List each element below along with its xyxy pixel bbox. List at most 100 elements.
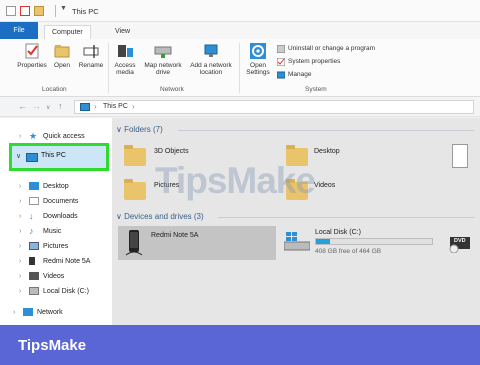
nav-item-documents[interactable]: › Documents (0, 194, 112, 209)
checkmark-quick-icon[interactable] (20, 6, 30, 16)
chevron-right-icon[interactable]: › (19, 254, 21, 269)
disk-usage-fill (316, 239, 330, 244)
uninstall-program-button[interactable]: Uninstall or change a program (277, 44, 375, 54)
add-network-location-button[interactable]: Add a network location (186, 42, 236, 76)
access-media-label: Access media (114, 62, 136, 76)
location-group-label: Location (42, 86, 67, 93)
open-settings-button[interactable]: Open Settings (242, 42, 274, 76)
chevron-right-icon[interactable]: › (19, 224, 21, 239)
chevron-right-icon[interactable]: › (13, 305, 15, 320)
rename-label: Rename (78, 62, 104, 69)
chevron-right-icon[interactable]: › (19, 179, 21, 194)
nav-item-redmi-note-5a[interactable]: › Redmi Note 5A (0, 254, 112, 269)
nav-label: Local Disk (C:) (43, 288, 89, 295)
recent-locations-chevron-icon[interactable]: ∨ (46, 103, 50, 114)
nav-item-downloads[interactable]: › ↓ Downloads (0, 209, 112, 224)
title-bar: ▼ This PC (0, 0, 480, 22)
document-icon (452, 144, 468, 168)
rename-button[interactable]: Rename (76, 42, 106, 69)
ribbon: Properties Open Rename Location Access m… (0, 39, 480, 97)
manage-button[interactable]: Manage (277, 70, 312, 80)
nav-item-music[interactable]: › ♪ Music (0, 224, 112, 239)
video-icon (29, 272, 39, 280)
network-icon (23, 308, 33, 316)
folder-icon (124, 179, 146, 200)
media-icon (116, 42, 134, 60)
chevron-right-icon[interactable]: › (19, 209, 21, 224)
properties-label: Properties (17, 62, 47, 69)
computer-icon (26, 153, 38, 162)
download-arrow-icon: ↓ (29, 211, 34, 221)
nav-item-local-disk[interactable]: › Local Disk (C:) (0, 284, 112, 299)
nav-item-this-pc[interactable]: ∨ This PC (9, 143, 109, 171)
nav-label: Documents (43, 198, 79, 205)
breadcrumb-chevron-icon[interactable]: › (94, 102, 97, 111)
folder-quick-icon[interactable] (34, 6, 44, 16)
customize-toolbar-icon[interactable]: ▼ (60, 5, 67, 12)
uninstall-icon (277, 45, 285, 53)
chevron-down-icon: ∨ (116, 212, 125, 221)
map-network-drive-button[interactable]: Map network drive (141, 42, 185, 76)
tab-file[interactable]: File (0, 22, 38, 39)
devices-header-label: Devices and drives (3) (124, 212, 204, 221)
access-media-button[interactable]: Access media (111, 42, 139, 76)
chevron-right-icon[interactable]: › (19, 284, 21, 299)
content-pane: ∨ Folders (7) 3D Objects Desktop Picture… (112, 118, 480, 325)
device-item-dvd-drive[interactable]: DVD (448, 231, 472, 255)
disk-usage-bar (315, 238, 433, 245)
back-arrow-icon[interactable]: ← (18, 101, 27, 112)
desktop-icon (29, 182, 39, 190)
file-explorer-window: ▼ This PC File Computer View Properties … (0, 0, 480, 325)
nav-item-videos[interactable]: › Videos (0, 269, 112, 284)
device-item-local-disk[interactable]: Local Disk (C:) 408 GB free of 464 GB (282, 226, 434, 260)
chevron-right-icon[interactable]: › (19, 269, 21, 284)
device-label: Redmi Note 5A (151, 232, 199, 239)
section-divider (178, 130, 474, 131)
nav-item-pictures[interactable]: › Pictures (0, 239, 112, 254)
open-folder-icon (53, 42, 71, 60)
folder-icon (124, 145, 146, 166)
ribbon-divider (239, 43, 240, 93)
brand-logo: TipsMake (18, 337, 87, 354)
chevron-right-icon[interactable]: › (19, 129, 21, 144)
devices-header[interactable]: ∨ Devices and drives (3) (116, 212, 204, 221)
phone-icon (125, 230, 143, 256)
navigation-pane: › ★ Quick access ∨ This PC › Desktop › D… (0, 118, 112, 325)
watermark-logo: TipsMake (155, 160, 316, 201)
device-item-redmi-note-5a[interactable]: Redmi Note 5A (118, 226, 276, 260)
tab-view[interactable]: View (108, 25, 137, 39)
folder-label: Videos (314, 182, 336, 189)
open-button[interactable]: Open (50, 42, 74, 69)
breadcrumb-this-pc[interactable]: This PC (103, 103, 128, 110)
up-arrow-icon[interactable]: ↑ (58, 101, 63, 112)
address-bar: ← → ∨ ↑ › This PC › (0, 97, 480, 117)
nav-label: Videos (43, 273, 65, 280)
chevron-down-icon[interactable]: ∨ (16, 152, 21, 160)
folders-header[interactable]: ∨ Folders (7) (116, 125, 163, 134)
ribbon-divider (108, 43, 109, 93)
network-drive-icon (154, 42, 172, 60)
system-properties-button[interactable]: System properties (277, 57, 340, 67)
chevron-right-icon[interactable]: › (19, 194, 21, 209)
section-divider (218, 217, 474, 218)
properties-quick-icon[interactable] (6, 6, 16, 16)
forward-arrow-icon[interactable]: → (32, 101, 41, 112)
folders-header-label: Folders (7) (124, 125, 163, 134)
gear-icon (249, 42, 267, 60)
star-icon: ★ (29, 131, 38, 141)
nav-item-network[interactable]: › Network (0, 305, 112, 320)
drive-icon (29, 287, 39, 295)
properties-icon (23, 42, 41, 60)
nav-item-quick-access[interactable]: › ★ Quick access (0, 129, 112, 144)
nav-item-desktop[interactable]: › Desktop (0, 179, 112, 194)
address-field[interactable]: › This PC › (74, 100, 474, 114)
chevron-right-icon[interactable]: › (19, 239, 21, 254)
dvd-label: DVD (454, 238, 466, 244)
tab-computer[interactable]: Computer (44, 25, 91, 39)
system-group-label: System (305, 86, 327, 93)
folder-label: Desktop (314, 148, 340, 155)
breadcrumb-chevron-icon[interactable]: › (132, 102, 135, 111)
pictures-icon (29, 242, 39, 250)
disk-free-text: 408 GB free of 464 GB (315, 248, 382, 255)
properties-button[interactable]: Properties (14, 42, 50, 69)
